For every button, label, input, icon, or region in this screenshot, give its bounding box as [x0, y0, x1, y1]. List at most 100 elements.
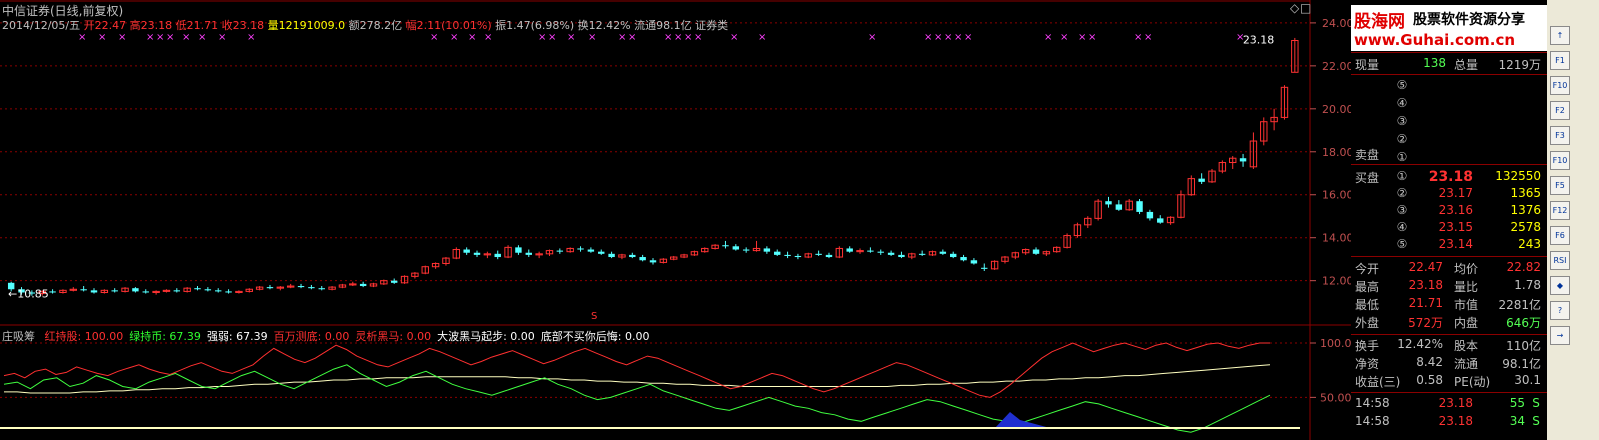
candle-body [1136, 201, 1143, 212]
stat-value: 23.18 [1408, 278, 1443, 292]
candle-body [1032, 249, 1040, 254]
indicator-item: 强弱: 67.39 [206, 330, 268, 343]
candle-body [939, 251, 947, 254]
candle-body [318, 288, 325, 290]
buy-level-volume: 2578 [1510, 220, 1541, 234]
logo-slogan: 股票软件资源分享 [1413, 12, 1525, 28]
candle-body [732, 246, 740, 250]
toolbar-button[interactable]: F1 [1550, 51, 1570, 70]
total-vol-label: 总量 [1454, 58, 1479, 72]
sell-level-num: ③ [1396, 114, 1408, 128]
logo-brand: 股海网 [1354, 12, 1405, 32]
signal-x-marker: × [118, 32, 126, 43]
toolbar-button[interactable]: F12 [1550, 201, 1570, 220]
diamond-icon[interactable]: ◇ [1290, 1, 1299, 15]
toolbar-button[interactable]: ? [1550, 301, 1570, 320]
candle-body [1146, 211, 1154, 219]
candle-body [473, 252, 481, 255]
toolbar-button[interactable]: ◆ [1550, 276, 1570, 295]
toolbar-button[interactable]: F10 [1550, 151, 1570, 170]
candle-body [359, 283, 367, 287]
volume-value: 12191009.0 [278, 19, 346, 32]
signal-x-marker: × [694, 32, 702, 43]
toolbar-button[interactable]: F6 [1550, 226, 1570, 245]
signal-x-marker: × [684, 32, 692, 43]
y-tick-label: 16.00 [1322, 189, 1351, 202]
amplitude-value: 1.47(6.98%) [506, 19, 575, 32]
toolbar-button[interactable]: F5 [1550, 176, 1570, 195]
signal-x-marker: × [567, 32, 575, 43]
toolbar-button[interactable]: F3 [1550, 126, 1570, 145]
candle-body [1198, 178, 1205, 182]
signal-x-marker: × [247, 32, 255, 43]
signal-x-marker: × [98, 32, 106, 43]
total-vol-value: 1219万 [1498, 58, 1541, 72]
stat-label: 内盘 [1454, 316, 1479, 330]
candle-body [784, 254, 791, 256]
side-toolbar: ↑ F1 F10 F2 F3 F10 F5 F12 F6 RSI ◆? → [1547, 0, 1599, 440]
indicator-green-line [3, 364, 1271, 433]
stat-value: 110亿 [1506, 339, 1541, 353]
logo-url: www.Guhai.com.cn [1354, 31, 1516, 49]
toolbar-button[interactable]: F10 [1550, 76, 1570, 95]
signal-x-marker: × [964, 32, 972, 43]
signal-x-marker: × [468, 32, 476, 43]
signal-x-marker: × [146, 32, 154, 43]
buy-level-price: 23.15 [1438, 220, 1473, 234]
signal-marker: S [591, 311, 597, 322]
tick-time: 14:58 [1355, 396, 1390, 410]
candle-body [970, 260, 978, 264]
candle-body [215, 290, 222, 292]
stat-label: 今开 [1355, 262, 1380, 276]
candle-body [1157, 218, 1164, 223]
candle-body [390, 280, 398, 283]
candle-body [598, 251, 605, 254]
toolbar-button[interactable]: F2 [1550, 101, 1570, 120]
candle-body [887, 252, 895, 255]
candle-body [90, 290, 98, 293]
stat-value: 21.71 [1408, 296, 1443, 310]
candle-body [132, 288, 139, 292]
candle-body [1115, 204, 1123, 210]
buy-level-price: 23.16 [1438, 203, 1473, 217]
kline-chart[interactable]: 24.00 22.00 20.00 18.00 16.00 14.00 12.00 23.18… [0, 0, 1351, 440]
candle-body [639, 257, 646, 261]
sell-level-num: ④ [1396, 96, 1408, 110]
window-toggle-icon[interactable]: □ [1300, 1, 1311, 15]
toolbar-button[interactable]: RSI [1550, 251, 1570, 270]
sell-level-num: ⑤ [1396, 78, 1408, 92]
buy-level-volume: 1376 [1510, 203, 1541, 217]
candle-body [463, 249, 470, 253]
chart-area[interactable]: 24.00 22.00 20.00 18.00 16.00 14.00 12.00 23.18… [0, 0, 1351, 440]
signal-x-marker: × [628, 32, 636, 43]
signal-x-marker: × [78, 32, 86, 43]
signal-x-marker: × [198, 32, 206, 43]
sector-label: 证券类 [695, 19, 729, 32]
candle-body [794, 255, 802, 258]
signal-x-marker: × [548, 32, 556, 43]
candle-body [774, 251, 781, 255]
signal-x-marker: × [758, 32, 766, 43]
buy-level-price: 23.17 [1438, 186, 1473, 200]
toolbar-button[interactable]: ↑ [1550, 26, 1570, 45]
indicator-red-line [3, 342, 1270, 398]
candle-body [266, 287, 274, 289]
signal-x-marker: × [156, 32, 164, 43]
stat-value: 12.42% [1397, 337, 1443, 351]
candle-body [225, 291, 232, 293]
buy-label: 买盘 [1355, 171, 1380, 185]
indicator-items: 红持股: 100.00 绿持币: 67.39 强弱: 67.39 百万测底: 0.00… [39, 330, 650, 343]
signal-x-marker: × [1044, 32, 1052, 43]
signal-x-marker: × [430, 32, 438, 43]
last-price-label: 23.18 [1243, 34, 1275, 47]
low-price-label: ←10.85 [8, 288, 49, 301]
buy-level-volume: 132550 [1495, 169, 1541, 183]
candle-body [297, 286, 305, 288]
signal-x-marker: × [218, 32, 226, 43]
toolbar-button[interactable]: → [1550, 326, 1570, 345]
signal-x-marker: × [954, 32, 962, 43]
low-value: 21.71 [186, 19, 219, 32]
signal-x-marker: × [1088, 32, 1096, 43]
candle-body [525, 252, 532, 255]
candle-body [515, 247, 522, 253]
